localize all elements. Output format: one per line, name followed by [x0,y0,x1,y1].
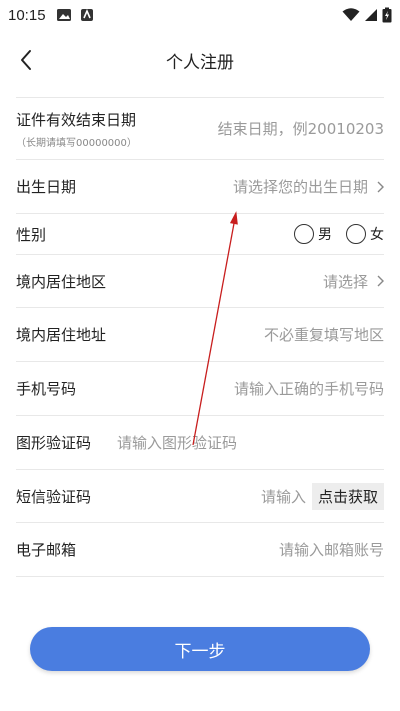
region-placeholder: 请选择 [322,272,368,291]
gender-female-radio[interactable]: 女 [346,224,384,244]
sms-code-input[interactable]: 请输入 [261,486,306,507]
gender-male-label: 男 [318,227,332,243]
wifi-icon [342,8,360,21]
sms-code-label: 短信验证码 [16,487,92,506]
gender-label: 性别 [16,225,47,244]
app-notification-icon [80,8,93,21]
email-row: 电子邮箱 请输入邮箱账号 [16,523,384,577]
address-row: 境内居住地址 不必重复填写地区 [16,308,384,362]
region-label: 境内居住地区 [16,272,107,291]
radio-circle-icon [346,224,366,244]
back-button[interactable] [10,44,42,76]
cert-end-date-input[interactable]: 结束日期，例20010203 [218,118,384,139]
phone-row: 手机号码 请输入正确的手机号码 [16,362,384,416]
page-title: 个人注册 [166,52,234,73]
birth-date-select[interactable]: 请选择您的出生日期 [233,176,384,197]
cellular-signal-icon [365,9,377,21]
gender-row: 性别 男 女 [16,214,384,255]
birth-date-row[interactable]: 出生日期 请选择您的出生日期 [16,160,384,214]
chevron-left-icon [21,50,31,70]
address-input[interactable]: 不必重复填写地区 [264,324,384,345]
phone-input[interactable]: 请输入正确的手机号码 [234,378,384,399]
captcha-label: 图形验证码 [16,434,92,452]
phone-label: 手机号码 [16,380,77,398]
gender-radio-group: 男 女 [294,224,384,244]
region-row[interactable]: 境内居住地区 请选择 [16,255,384,308]
image-notification-icon [56,9,71,21]
email-label: 电子邮箱 [16,541,77,559]
birth-date-label: 出生日期 [16,178,77,196]
get-sms-code-button[interactable]: 点击获取 [311,482,384,510]
gender-male-radio[interactable]: 男 [294,224,332,244]
address-label: 境内居住地址 [16,326,107,344]
cert-end-date-hint: （长期请填写00000000） [16,137,137,149]
sms-code-row: 短信验证码 请输入 点击获取 [16,470,384,523]
gender-female-label: 女 [370,227,384,243]
cert-end-date-row[interactable]: 证件有效结束日期 （长期请填写00000000） 结束日期，例20010203 [16,98,384,160]
chevron-right-icon [376,181,384,193]
captcha-input[interactable]: 请输入图形验证码 [117,432,237,453]
clipped-previous-row [16,74,384,98]
email-input[interactable]: 请输入邮箱账号 [279,539,384,560]
radio-circle-icon [294,224,314,244]
cert-end-date-label: 证件有效结束日期 [16,110,137,129]
chevron-right-icon [376,275,384,287]
region-select[interactable]: 请选择 [323,271,384,292]
next-step-button[interactable]: 下一步 [30,627,370,671]
status-time: 10:15 [8,6,46,24]
battery-charging-icon [382,7,392,23]
birth-date-placeholder: 请选择您的出生日期 [232,178,368,196]
status-bar: 10:15 [0,0,400,30]
captcha-row: 图形验证码 请输入图形验证码 [16,416,384,470]
